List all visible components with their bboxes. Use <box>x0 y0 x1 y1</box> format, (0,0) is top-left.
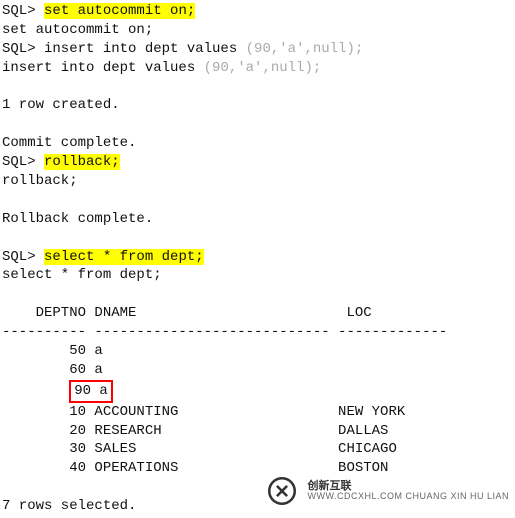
prompt: SQL> <box>2 3 44 19</box>
echo-line: set autocommit on; <box>2 21 513 40</box>
echo-line: insert into dept values (90,'a',null); <box>2 59 513 78</box>
text: SQL> insert into dept values <box>2 41 246 57</box>
echo-line: rollback; <box>2 172 513 191</box>
sql-line: SQL> set autocommit on; <box>2 2 513 21</box>
table-row: 90 a <box>2 380 513 403</box>
table-row: 60 a <box>2 361 513 380</box>
blank-line <box>2 191 513 210</box>
args: (90,'a',null); <box>204 60 322 76</box>
highlighted-row: 90 a <box>69 380 113 403</box>
table-header: DEPTNO DNAME LOC <box>2 304 513 323</box>
echo-line: select * from dept; <box>2 266 513 285</box>
watermark-text: 创新互联 WWW.CDCXHL.COM CHUANG XIN HU LIAN <box>307 480 509 502</box>
pad <box>2 383 69 399</box>
cmd-autocommit: set autocommit on; <box>44 3 195 19</box>
table-row: 50 a <box>2 342 513 361</box>
table-row: 30 SALES CHICAGO <box>2 440 513 459</box>
blank-line <box>2 115 513 134</box>
result-line: 1 row created. <box>2 96 513 115</box>
prompt: SQL> <box>2 154 44 170</box>
watermark: 创新互联 WWW.CDCXHL.COM CHUANG XIN HU LIAN <box>259 472 515 510</box>
result-line: Commit complete. <box>2 134 513 153</box>
cmd-rollback: rollback; <box>44 154 120 170</box>
prompt: SQL> <box>2 249 44 265</box>
table-row: 20 RESEARCH DALLAS <box>2 422 513 441</box>
result-line: Rollback complete. <box>2 210 513 229</box>
blank-line <box>2 229 513 248</box>
sql-line: SQL> select * from dept; <box>2 248 513 267</box>
blank-line <box>2 285 513 304</box>
text: insert into dept values <box>2 60 204 76</box>
sql-line: SQL> insert into dept values (90,'a',nul… <box>2 40 513 59</box>
cmd-select: select * from dept; <box>44 249 204 265</box>
table-row: 10 ACCOUNTING NEW YORK <box>2 403 513 422</box>
watermark-url: WWW.CDCXHL.COM CHUANG XIN HU LIAN <box>307 492 509 502</box>
table-divider: ---------- ---------------------------- … <box>2 323 513 342</box>
args: (90,'a',null); <box>246 41 364 57</box>
sql-line: SQL> rollback; <box>2 153 513 172</box>
logo-icon <box>265 474 299 508</box>
blank-line <box>2 78 513 97</box>
